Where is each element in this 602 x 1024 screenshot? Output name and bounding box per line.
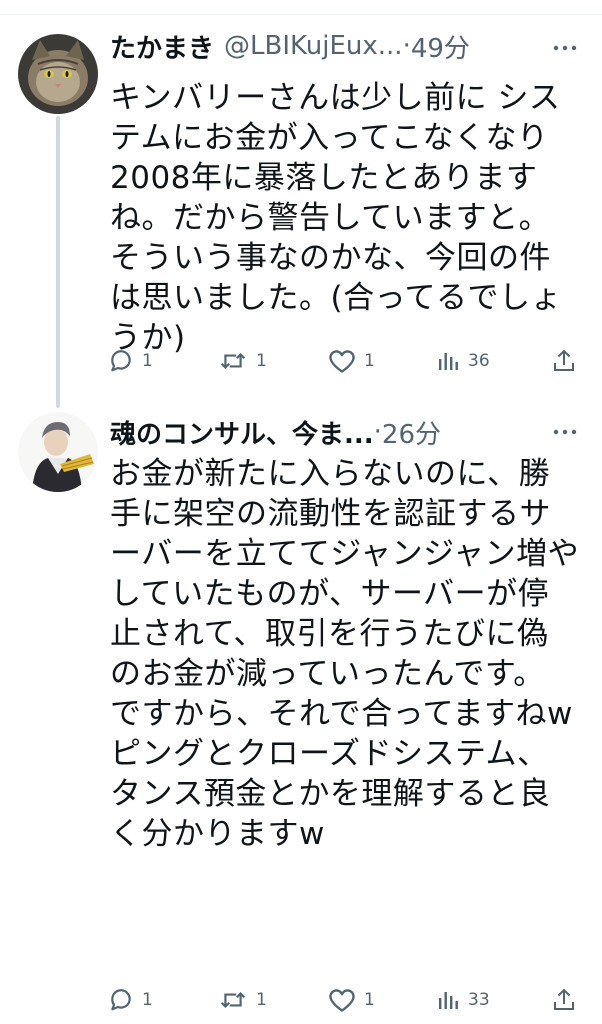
retweet-button[interactable]: 1 [218, 985, 267, 1015]
action-bar: 1 1 1 36 [108, 346, 588, 376]
separator-dot: · [373, 417, 382, 447]
share-icon [552, 987, 576, 1013]
reply-button[interactable]: 1 [108, 346, 153, 376]
share-icon [552, 348, 576, 374]
separator-dot: · [402, 31, 411, 61]
like-button[interactable]: 1 [328, 346, 375, 376]
share-button[interactable] [552, 985, 576, 1015]
tweet-header: たかまき @LBIKujEux... · 49分 [110, 26, 546, 66]
like-count: 1 [364, 990, 375, 1010]
heart-icon [328, 348, 356, 374]
tweet-1[interactable]: たかまき @LBIKujEux... · 49分 キンバリーさんは少し前に シス… [0, 0, 602, 400]
user-display-name[interactable]: たかまき [110, 28, 214, 65]
retweet-icon [218, 987, 248, 1013]
reply-count: 1 [142, 990, 153, 1010]
views-count: 36 [468, 351, 490, 371]
avatar-cat[interactable] [18, 34, 98, 114]
timestamp[interactable]: 49分 [411, 28, 470, 65]
reply-icon [108, 987, 134, 1013]
share-button[interactable] [552, 346, 576, 376]
reply-icon [108, 348, 134, 374]
like-button[interactable]: 1 [328, 985, 375, 1015]
action-bar: 1 1 1 33 [108, 985, 588, 1015]
more-horizontal-icon[interactable] [550, 33, 580, 63]
reply-button[interactable]: 1 [108, 985, 153, 1015]
reply-count: 1 [142, 351, 153, 371]
views-chart-icon [436, 988, 460, 1012]
user-handle[interactable]: @LBIKujEux... [224, 31, 403, 61]
views-chart-icon [436, 349, 460, 373]
user-display-name[interactable]: 魂のコンサル、今ま... [110, 414, 374, 451]
views-button[interactable]: 33 [436, 985, 490, 1015]
retweet-button[interactable]: 1 [218, 346, 267, 376]
retweet-count: 1 [256, 990, 267, 1010]
retweet-count: 1 [256, 351, 267, 371]
views-count: 33 [468, 990, 490, 1010]
timestamp[interactable]: 26分 [382, 414, 441, 451]
tweet-header: 魂のコンサル、今ま... · 26分 [110, 412, 546, 452]
tweet-text: お金が新たに入らないのに、勝手に架空の流動性を認証するサーバーを立ててジャンジャ… [110, 456, 580, 852]
retweet-icon [218, 348, 248, 374]
heart-icon [328, 987, 356, 1013]
tweet-text: キンバリーさんは少し前に システムにお金が入ってこなくなり 2008年に暴落した… [110, 80, 563, 356]
views-button[interactable]: 36 [436, 346, 490, 376]
more-horizontal-icon[interactable] [550, 417, 580, 447]
like-count: 1 [364, 351, 375, 371]
tweet-2[interactable]: 魂のコンサル、今ま... · 26分 お金が新たに入らないのに、勝手に架空の流動… [0, 400, 602, 1024]
avatar-illustration[interactable] [18, 412, 98, 492]
